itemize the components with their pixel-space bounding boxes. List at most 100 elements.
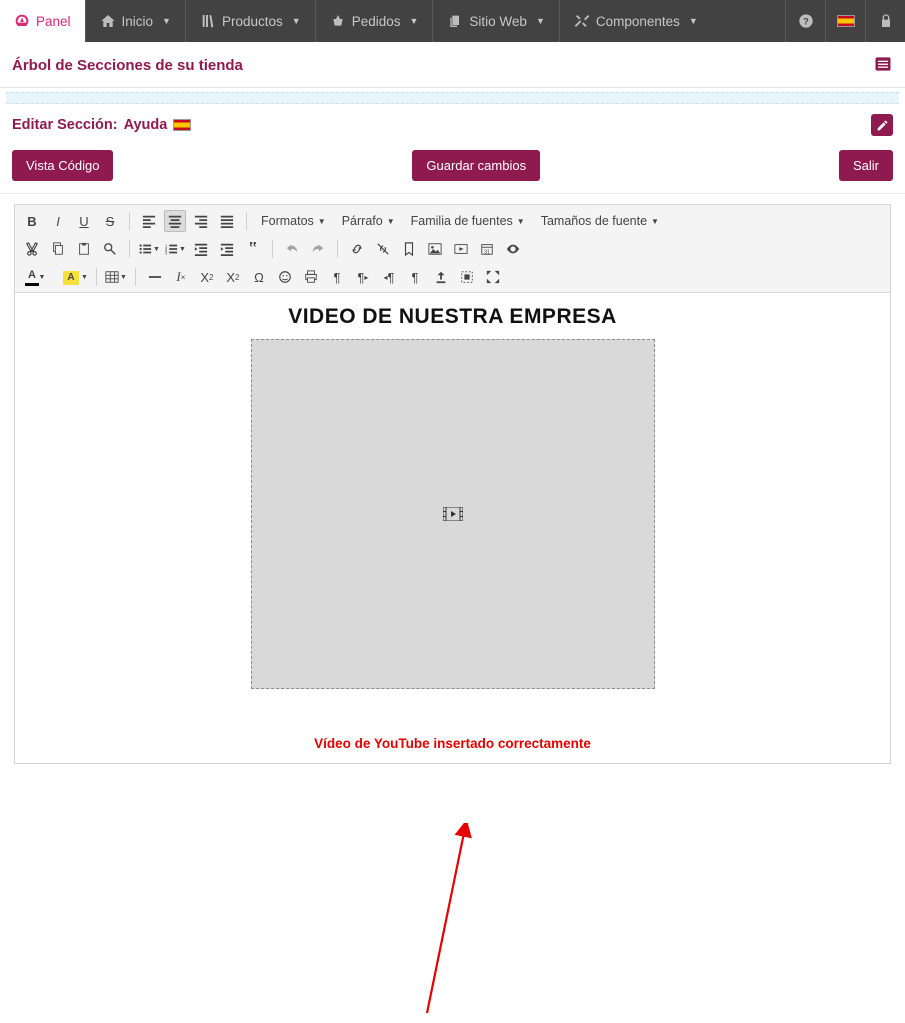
image-button[interactable]	[424, 238, 446, 260]
svg-text:3: 3	[165, 250, 168, 255]
subscript-button[interactable]: X2	[196, 266, 218, 288]
nav-pedidos[interactable]: Pedidos ▼	[315, 0, 433, 42]
film-icon	[443, 507, 463, 521]
upload-button[interactable]	[430, 266, 452, 288]
clear-format-button[interactable]: I×	[170, 266, 192, 288]
bold-button[interactable]: B	[21, 210, 43, 232]
formats-menu[interactable]: Formatos▼	[255, 210, 332, 232]
basket-icon	[330, 13, 346, 29]
hr-button[interactable]	[144, 266, 166, 288]
chevron-down-icon: ▼	[536, 16, 545, 26]
align-center-button[interactable]	[164, 210, 186, 232]
flag-es-icon	[173, 119, 191, 131]
italic-button[interactable]: I	[47, 210, 69, 232]
special-char-button[interactable]: Ω	[248, 266, 270, 288]
language-flag[interactable]	[825, 0, 865, 42]
bullet-list-button[interactable]: ▼	[138, 238, 160, 260]
section-tree-header: Árbol de Secciones de su tienda	[0, 42, 905, 88]
help-icon[interactable]: ?	[785, 0, 825, 42]
nav-sitioweb[interactable]: Sitio Web ▼	[432, 0, 558, 42]
flag-es-icon	[837, 15, 855, 27]
exit-button[interactable]: Salir	[839, 150, 893, 181]
nav-sitioweb-label: Sitio Web	[469, 14, 527, 29]
rtl-button[interactable]: ◂¶	[378, 266, 400, 288]
editor-canvas[interactable]: VIDEO DE NUESTRA EMPRESA Vídeo de YouTub…	[15, 293, 890, 763]
annotation-text: Vídeo de YouTube insertado correctamente	[314, 736, 591, 751]
svg-text:?: ?	[803, 16, 809, 26]
outdent-button[interactable]	[190, 238, 212, 260]
rich-text-editor: B I U S Formatos▼ Párrafo▼ Familia de fu…	[14, 204, 891, 764]
align-justify-button[interactable]	[216, 210, 238, 232]
paragraph-label: Párrafo	[342, 214, 383, 228]
view-code-button[interactable]: Vista Código	[12, 150, 113, 181]
bookmark-button[interactable]	[398, 238, 420, 260]
nav-panel-label: Panel	[36, 14, 71, 29]
nav-inicio[interactable]: Inicio ▼	[85, 0, 185, 42]
table-button[interactable]: ▼	[105, 266, 127, 288]
text-color-button[interactable]: A▼	[21, 266, 43, 288]
preview-button[interactable]	[502, 238, 524, 260]
fullscreen-button[interactable]	[482, 266, 504, 288]
annotation-arrow	[417, 823, 497, 1023]
action-row: Vista Código Guardar cambios Salir	[0, 144, 905, 194]
align-right-button[interactable]	[190, 210, 212, 232]
chevron-down-icon: ▼	[409, 16, 418, 26]
underline-button[interactable]: U	[73, 210, 95, 232]
edit-prefix-label: Editar Sección:	[12, 117, 118, 133]
find-replace-button[interactable]	[99, 238, 121, 260]
bg-color-button[interactable]: A▼	[63, 266, 88, 288]
unlink-button[interactable]	[372, 238, 394, 260]
list-view-button[interactable]	[873, 54, 893, 77]
link-button[interactable]	[346, 238, 368, 260]
font-sizes-label: Tamaños de fuente	[541, 214, 647, 228]
paste-button[interactable]	[73, 238, 95, 260]
chevron-down-icon: ▼	[292, 16, 301, 26]
gauge-icon	[14, 13, 30, 29]
edit-section-title: Editar Sección: Ayuda	[12, 117, 871, 133]
nav-productos[interactable]: Productos ▼	[185, 0, 315, 42]
font-family-menu[interactable]: Familia de fuentes▼	[405, 210, 531, 232]
section-tree-title: Árbol de Secciones de su tienda	[12, 57, 873, 74]
cut-button[interactable]	[21, 238, 43, 260]
select-all-button[interactable]	[456, 266, 478, 288]
nav-productos-label: Productos	[222, 14, 283, 29]
nav-componentes[interactable]: Componentes ▼	[559, 0, 712, 42]
books-icon	[200, 13, 216, 29]
nav-inicio-label: Inicio	[122, 14, 154, 29]
pilcrow2-button[interactable]: ¶	[404, 266, 426, 288]
redo-button[interactable]	[307, 238, 329, 260]
formats-label: Formatos	[261, 214, 314, 228]
editor-toolbar: B I U S Formatos▼ Párrafo▼ Familia de fu…	[15, 205, 890, 293]
emoji-button[interactable]	[274, 266, 296, 288]
edit-button[interactable]	[871, 114, 893, 136]
nav-panel[interactable]: Panel	[0, 0, 85, 42]
edit-section-header: Editar Sección: Ayuda	[0, 104, 905, 144]
lock-icon[interactable]	[865, 0, 905, 42]
copy-icon	[447, 13, 463, 29]
blockquote-button[interactable]: ‟	[242, 238, 264, 260]
tools-icon	[574, 13, 590, 29]
home-icon	[100, 13, 116, 29]
chevron-down-icon: ▼	[689, 16, 698, 26]
content-heading: VIDEO DE NUESTRA EMPRESA	[15, 305, 890, 329]
numbered-list-button[interactable]: 123▼	[164, 238, 186, 260]
copy-button[interactable]	[47, 238, 69, 260]
nav-componentes-label: Componentes	[596, 14, 680, 29]
top-nav: Panel Inicio ▼ Productos ▼ Pedidos ▼ Sit…	[0, 0, 905, 42]
ltr-button[interactable]: ¶▸	[352, 266, 374, 288]
paragraph-menu[interactable]: Párrafo▼	[336, 210, 401, 232]
video-placeholder[interactable]	[251, 339, 655, 689]
superscript-button[interactable]: X2	[222, 266, 244, 288]
undo-button[interactable]	[281, 238, 303, 260]
pilcrow-button[interactable]: ¶	[326, 266, 348, 288]
save-button[interactable]: Guardar cambios	[412, 150, 540, 181]
media-button[interactable]	[450, 238, 472, 260]
edit-section-name: Ayuda	[124, 117, 168, 133]
nav-pedidos-label: Pedidos	[352, 14, 401, 29]
print-button[interactable]	[300, 266, 322, 288]
date-button[interactable]: 31	[476, 238, 498, 260]
align-left-button[interactable]	[138, 210, 160, 232]
strikethrough-button[interactable]: S	[99, 210, 121, 232]
indent-button[interactable]	[216, 238, 238, 260]
font-sizes-menu[interactable]: Tamaños de fuente▼	[535, 210, 665, 232]
